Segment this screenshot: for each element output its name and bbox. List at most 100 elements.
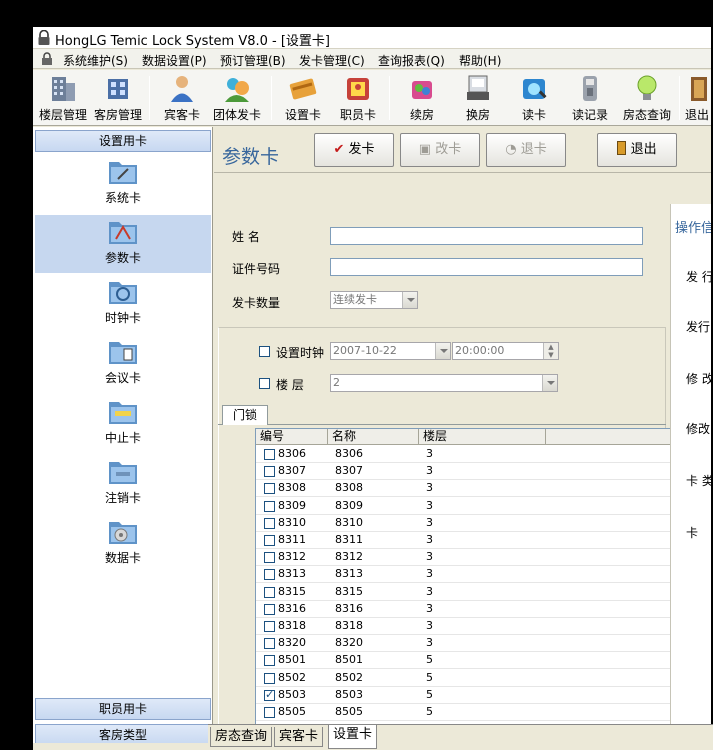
toolbar-separator [389, 76, 390, 120]
tab-setting-card[interactable]: 设置卡 [328, 725, 378, 749]
table-row[interactable]: 8313 8313 3 [256, 566, 681, 584]
set-clock-checkbox[interactable] [259, 346, 270, 357]
setting-card-button[interactable]: 设置卡 [278, 73, 328, 123]
chevron-down-icon[interactable] [402, 292, 417, 308]
lightbulb-icon [632, 73, 662, 103]
row-checkbox[interactable] [264, 586, 275, 598]
table-row[interactable]: 8307 8307 3 [256, 463, 681, 481]
cell-name: 8312 [335, 550, 363, 564]
read-card-button[interactable]: 读卡 [511, 73, 557, 123]
cell-name: 8316 [335, 601, 363, 615]
table-row[interactable]: 8318 8318 3 [256, 618, 681, 635]
row-checkbox[interactable] [264, 483, 275, 495]
row-checkbox[interactable] [264, 621, 275, 632]
cell-name: 8505 [335, 705, 363, 718]
row-checkbox[interactable] [264, 638, 275, 650]
staff-card-icon [343, 73, 373, 103]
row-checkbox[interactable] [264, 672, 275, 684]
panel-header-setting-cards[interactable]: 设置用卡 [35, 130, 211, 152]
chevron-down-icon[interactable] [542, 375, 557, 391]
table-row[interactable]: 8309 8309 3 [256, 498, 681, 515]
menu-booking[interactable]: 预订管理(B) [220, 52, 286, 69]
cell-floor: 3 [426, 567, 433, 581]
floor-manage-button[interactable]: 楼层管理 [36, 73, 90, 123]
checkmark-icon: ✔ [333, 142, 345, 157]
panel-header-staff-cards[interactable]: 职员用卡 [35, 698, 211, 720]
main-content: 参数卡 ✔ 发卡 ▣ 改卡 ◔ 退卡 退出 姓 名 证件号码 发卡数量 连续发卡 [214, 127, 711, 743]
sidebar-item-parameter-card[interactable]: 参数卡 [35, 215, 211, 273]
modifier-info-label: 修改 [686, 422, 711, 436]
clock-date-picker[interactable]: 2007-10-22 [330, 342, 451, 360]
refund-card-button[interactable]: ◔ 退卡 [486, 133, 566, 167]
tab-room-status[interactable]: 房态查询 [210, 727, 273, 747]
column-header-name[interactable]: 名称 [328, 429, 419, 445]
row-checkbox[interactable] [264, 466, 275, 478]
room-manage-button[interactable]: 客房管理 [91, 73, 145, 123]
menu-query[interactable]: 查询报表(Q) [378, 52, 445, 69]
name-input[interactable] [330, 227, 643, 245]
exit-button[interactable]: 退出 [597, 133, 677, 167]
sidebar-item-meeting-card[interactable]: 会议卡 [35, 335, 211, 393]
read-record-button[interactable]: 读记录 [565, 73, 615, 123]
tab-door-lock[interactable]: 门锁 [222, 405, 268, 425]
sidebar-item-stop-card[interactable]: 中止卡 [35, 395, 211, 453]
issue-count-label: 发卡数量 [232, 296, 281, 310]
modify-card-button[interactable]: ▣ 改卡 [400, 133, 480, 167]
menu-data[interactable]: 数据设置(P) [142, 52, 207, 69]
row-checkbox[interactable] [264, 603, 275, 615]
clock-time-spinner[interactable]: 20:00:00 ▲ ▼ [452, 342, 559, 360]
group-card-button[interactable]: 团体发卡 [209, 73, 265, 123]
spinner-arrows[interactable]: ▲ ▼ [543, 343, 558, 359]
table-row[interactable]: 8311 8311 3 [256, 532, 681, 549]
id-number-input[interactable] [330, 258, 643, 276]
row-checkbox[interactable] [264, 449, 275, 460]
table-row[interactable]: 8306 8306 3 [256, 446, 681, 463]
column-header-floor[interactable]: 楼层 [419, 429, 546, 445]
floor-label: 楼 层 [276, 378, 304, 392]
table-row[interactable]: 8320 8320 3 [256, 635, 681, 653]
table-row[interactable]: 8501 8501 5 [256, 652, 681, 670]
table-row[interactable]: 8503 8503 5 [256, 687, 681, 704]
row-checkbox[interactable] [264, 552, 275, 564]
row-checkbox[interactable] [264, 500, 275, 512]
rooms-icon [103, 73, 133, 103]
menu-system[interactable]: 系统维护(S) [63, 52, 128, 69]
table-row[interactable]: 8502 8502 5 [256, 670, 681, 687]
chevron-down-icon[interactable] [435, 343, 450, 359]
table-row[interactable]: 8505 8505 5 [256, 704, 681, 721]
cell-floor: 5 [426, 705, 433, 718]
floor-select[interactable]: 2 [330, 374, 558, 392]
issue-card-button[interactable]: ✔ 发卡 [314, 133, 394, 167]
menu-card[interactable]: 发卡管理(C) [299, 52, 365, 69]
table-row[interactable]: 8310 8310 3 [256, 515, 681, 532]
sidebar-item-cancel-card[interactable]: 注销卡 [35, 455, 211, 513]
table-row[interactable]: 8315 8315 3 [256, 584, 681, 601]
guest-card-button[interactable]: 宾客卡 [157, 73, 207, 123]
sidebar-item-data-card[interactable]: 数据卡 [35, 515, 211, 573]
row-checkbox[interactable] [264, 569, 275, 581]
table-row[interactable]: 8308 8308 3 [256, 480, 681, 498]
sidebar-item-system-card[interactable]: 系统卡 [35, 155, 211, 213]
row-checkbox[interactable] [264, 707, 275, 718]
cell-floor: 3 [426, 533, 433, 546]
floor-checkbox[interactable] [259, 378, 270, 389]
cell-name: 8311 [335, 533, 363, 546]
table-row[interactable]: 8312 8312 3 [256, 549, 681, 567]
staff-card-button[interactable]: 职员卡 [333, 73, 383, 123]
cell-floor: 5 [426, 687, 433, 701]
row-checkbox[interactable] [264, 535, 275, 546]
room-status-button[interactable]: 房态查询 [619, 73, 675, 123]
sidebar-item-clock-card[interactable]: 时钟卡 [35, 275, 211, 333]
extend-stay-button[interactable]: 续房 [399, 73, 445, 123]
issue-count-select[interactable]: 连续发卡 [330, 291, 418, 309]
change-room-button[interactable]: 换房 [455, 73, 501, 123]
tab-guest-card[interactable]: 宾客卡 [274, 727, 324, 747]
row-checkbox[interactable] [264, 688, 275, 701]
column-header-number[interactable]: 编号 [256, 429, 328, 445]
exit-toolbar-button[interactable]: 退出 [685, 73, 711, 123]
row-checkbox[interactable] [264, 655, 275, 667]
menu-help[interactable]: 帮助(H) [459, 52, 501, 69]
table-row[interactable]: 8316 8316 3 [256, 601, 681, 618]
cell-name: 8315 [335, 584, 363, 598]
row-checkbox[interactable] [264, 517, 275, 529]
